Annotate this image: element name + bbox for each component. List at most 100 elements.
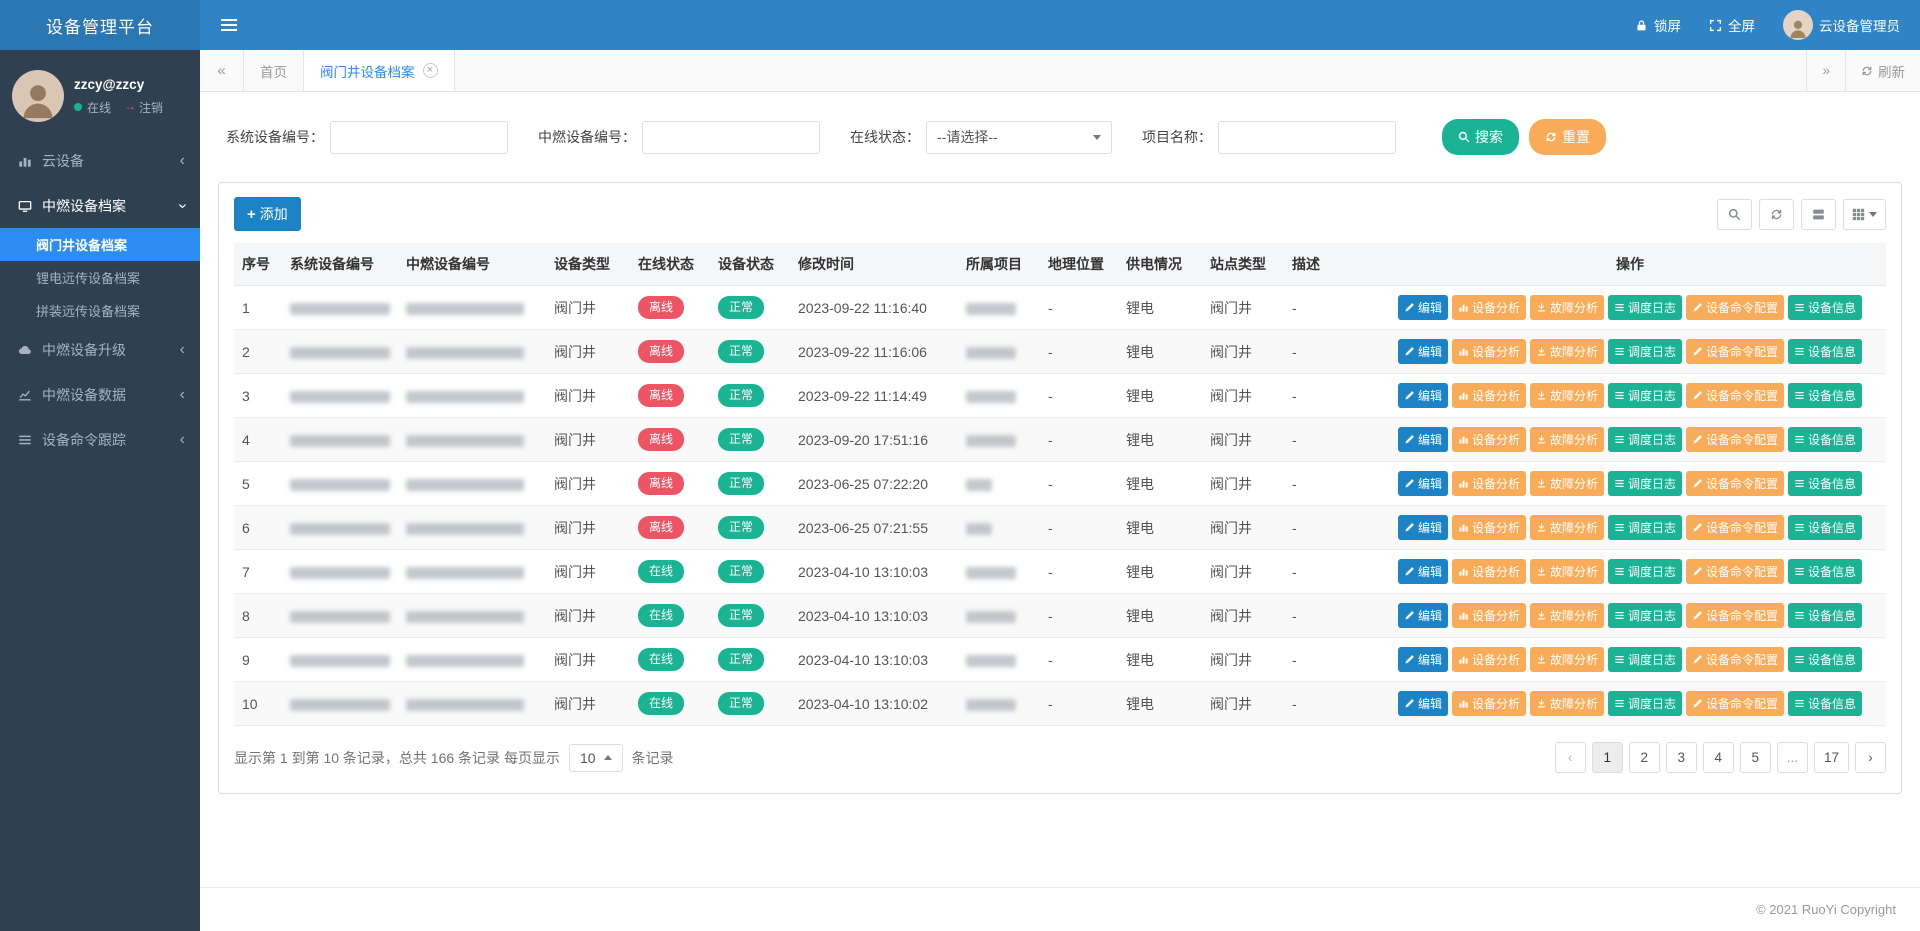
tab-home[interactable]: 首页 xyxy=(244,50,304,91)
device-analysis-button[interactable]: 设备分析 xyxy=(1452,427,1526,452)
device-command-config-button[interactable]: 设备命令配置 xyxy=(1686,383,1784,408)
device-analysis-button[interactable]: 设备分析 xyxy=(1452,471,1526,496)
dispatch-log-button[interactable]: 调度日志 xyxy=(1608,691,1682,716)
edit-button[interactable]: 编辑 xyxy=(1398,691,1448,716)
device-command-config-button[interactable]: 设备命令配置 xyxy=(1686,471,1784,496)
edit-button[interactable]: 编辑 xyxy=(1398,471,1448,496)
dispatch-log-button[interactable]: 调度日志 xyxy=(1608,647,1682,672)
device-command-config-button[interactable]: 设备命令配置 xyxy=(1686,427,1784,452)
page-2-button[interactable]: 2 xyxy=(1629,742,1660,773)
device-info-button[interactable]: 设备信息 xyxy=(1788,471,1862,496)
page-next-button[interactable]: › xyxy=(1855,742,1886,773)
dispatch-log-button[interactable]: 调度日志 xyxy=(1608,515,1682,540)
sidebar-item-gas-device-data[interactable]: 中燃设备数据 ‹ xyxy=(0,372,200,417)
device-analysis-button[interactable]: 设备分析 xyxy=(1452,515,1526,540)
lock-screen-button[interactable]: 锁屏 xyxy=(1635,15,1681,35)
logout-button[interactable]: → 注销 xyxy=(124,99,163,116)
page-1-button[interactable]: 1 xyxy=(1592,742,1623,773)
device-analysis-button[interactable]: 设备分析 xyxy=(1452,383,1526,408)
edit-button[interactable]: 编辑 xyxy=(1398,427,1448,452)
edit-button[interactable]: 编辑 xyxy=(1398,383,1448,408)
fullscreen-button[interactable]: 全屏 xyxy=(1709,15,1755,35)
page-3-button[interactable]: 3 xyxy=(1666,742,1697,773)
fault-analysis-button[interactable]: 故障分析 xyxy=(1530,427,1604,452)
device-info-button[interactable]: 设备信息 xyxy=(1788,603,1862,628)
edit-button[interactable]: 编辑 xyxy=(1398,295,1448,320)
tab-valve-well-archive[interactable]: 阀门井设备档案 × xyxy=(304,50,455,91)
device-analysis-button[interactable]: 设备分析 xyxy=(1452,339,1526,364)
sidebar-item-gas-device-upgrade[interactable]: 中燃设备升级 ‹ xyxy=(0,327,200,372)
device-info-button[interactable]: 设备信息 xyxy=(1788,647,1862,672)
device-analysis-button[interactable]: 设备分析 xyxy=(1452,603,1526,628)
fault-analysis-button[interactable]: 故障分析 xyxy=(1530,691,1604,716)
sidebar-item-assembled-remote-archive[interactable]: 拼装远传设备档案 xyxy=(0,294,200,327)
add-button[interactable]: + 添加 xyxy=(234,197,301,231)
tab-refresh-button[interactable]: 刷新 xyxy=(1845,50,1920,91)
device-info-button[interactable]: 设备信息 xyxy=(1788,427,1862,452)
sidebar-item-cloud-device[interactable]: 云设备 ‹ xyxy=(0,138,200,183)
dispatch-log-button[interactable]: 调度日志 xyxy=(1608,559,1682,584)
project-name-input[interactable] xyxy=(1218,121,1396,154)
tab-scroll-right-button[interactable]: » xyxy=(1806,50,1845,91)
device-command-config-button[interactable]: 设备命令配置 xyxy=(1686,559,1784,584)
sidebar-toggle-button[interactable] xyxy=(200,0,258,50)
table-search-toggle-button[interactable] xyxy=(1717,199,1752,230)
online-status-select[interactable]: --请选择-- xyxy=(926,121,1112,154)
fault-analysis-button[interactable]: 故障分析 xyxy=(1530,383,1604,408)
sidebar-item-gas-device-archive[interactable]: 中燃设备档案 ‹ xyxy=(0,183,200,228)
page-size-select[interactable]: 10 xyxy=(569,744,623,772)
page-5-button[interactable]: 5 xyxy=(1740,742,1771,773)
dispatch-log-button[interactable]: 调度日志 xyxy=(1608,383,1682,408)
fault-analysis-button[interactable]: 故障分析 xyxy=(1530,471,1604,496)
device-command-config-button[interactable]: 设备命令配置 xyxy=(1686,295,1784,320)
device-analysis-button[interactable]: 设备分析 xyxy=(1452,295,1526,320)
edit-button[interactable]: 编辑 xyxy=(1398,559,1448,584)
user-menu[interactable]: 云设备管理员 xyxy=(1783,10,1900,40)
page-4-button[interactable]: 4 xyxy=(1703,742,1734,773)
device-command-config-button[interactable]: 设备命令配置 xyxy=(1686,691,1784,716)
device-command-config-button[interactable]: 设备命令配置 xyxy=(1686,515,1784,540)
close-icon[interactable]: × xyxy=(423,63,438,78)
device-info-button[interactable]: 设备信息 xyxy=(1788,383,1862,408)
dispatch-log-button[interactable]: 调度日志 xyxy=(1608,471,1682,496)
fault-analysis-button[interactable]: 故障分析 xyxy=(1530,647,1604,672)
device-info-button[interactable]: 设备信息 xyxy=(1788,295,1862,320)
device-analysis-button[interactable]: 设备分析 xyxy=(1452,559,1526,584)
device-info-button[interactable]: 设备信息 xyxy=(1788,339,1862,364)
fault-analysis-button[interactable]: 故障分析 xyxy=(1530,603,1604,628)
search-button[interactable]: 搜索 xyxy=(1442,119,1519,155)
sidebar-item-lithium-remote-archive[interactable]: 锂电远传设备档案 xyxy=(0,261,200,294)
dispatch-log-button[interactable]: 调度日志 xyxy=(1608,339,1682,364)
edit-button[interactable]: 编辑 xyxy=(1398,515,1448,540)
avatar[interactable] xyxy=(12,70,64,122)
sidebar-item-device-command-track[interactable]: 设备命令跟踪 ‹ xyxy=(0,417,200,462)
page-prev-button[interactable]: ‹ xyxy=(1555,742,1586,773)
table-refresh-button[interactable] xyxy=(1759,199,1794,230)
sidebar-item-valve-well-archive[interactable]: 阀门井设备档案 xyxy=(0,228,200,261)
device-command-config-button[interactable]: 设备命令配置 xyxy=(1686,647,1784,672)
reset-button[interactable]: 重置 xyxy=(1529,119,1606,155)
fault-analysis-button[interactable]: 故障分析 xyxy=(1530,295,1604,320)
dispatch-log-button[interactable]: 调度日志 xyxy=(1608,295,1682,320)
dispatch-log-button[interactable]: 调度日志 xyxy=(1608,427,1682,452)
table-card-view-button[interactable] xyxy=(1801,199,1836,230)
edit-button[interactable]: 编辑 xyxy=(1398,647,1448,672)
tab-scroll-left-button[interactable]: « xyxy=(200,50,244,91)
device-info-button[interactable]: 设备信息 xyxy=(1788,559,1862,584)
table-columns-button[interactable] xyxy=(1843,199,1886,230)
fault-analysis-button[interactable]: 故障分析 xyxy=(1530,339,1604,364)
gas-no-input[interactable] xyxy=(642,121,820,154)
edit-button[interactable]: 编辑 xyxy=(1398,339,1448,364)
system-no-input[interactable] xyxy=(330,121,508,154)
device-analysis-button[interactable]: 设备分析 xyxy=(1452,691,1526,716)
device-info-button[interactable]: 设备信息 xyxy=(1788,691,1862,716)
device-command-config-button[interactable]: 设备命令配置 xyxy=(1686,603,1784,628)
device-info-button[interactable]: 设备信息 xyxy=(1788,515,1862,540)
dispatch-log-button[interactable]: 调度日志 xyxy=(1608,603,1682,628)
edit-button[interactable]: 编辑 xyxy=(1398,603,1448,628)
page-17-button[interactable]: 17 xyxy=(1814,742,1849,773)
device-command-config-button[interactable]: 设备命令配置 xyxy=(1686,339,1784,364)
device-analysis-button[interactable]: 设备分析 xyxy=(1452,647,1526,672)
fault-analysis-button[interactable]: 故障分析 xyxy=(1530,515,1604,540)
fault-analysis-button[interactable]: 故障分析 xyxy=(1530,559,1604,584)
